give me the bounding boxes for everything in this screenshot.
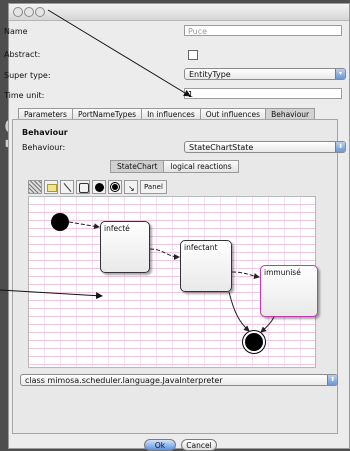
transition-arrow[interactable]: [228, 291, 250, 332]
super-type-value: EntityType: [189, 70, 231, 79]
behaviour-label: Behaviour:: [22, 143, 66, 152]
initial-state-icon[interactable]: [92, 180, 106, 194]
state-infectant[interactable]: infectant: [180, 240, 232, 292]
composite-state-icon[interactable]: [76, 180, 90, 194]
title-bar[interactable]: [9, 4, 349, 21]
transition-arrow[interactable]: [231, 271, 260, 279]
ok-button[interactable]: Ok: [144, 439, 176, 451]
state-immunise[interactable]: immunisé: [260, 265, 318, 317]
chevron-down-icon: ▾: [335, 69, 345, 79]
time-unit-field[interactable]: 1: [184, 88, 342, 99]
final-state-icon[interactable]: [108, 180, 122, 194]
chevron-down-icon: ⬍: [335, 142, 345, 152]
close-window-icon[interactable]: [13, 7, 23, 17]
interpreter-select[interactable]: class mimosa.scheduler.language.JavaInte…: [20, 374, 338, 386]
interpreter-value: class mimosa.scheduler.language.JavaInte…: [25, 376, 223, 385]
state-label: infecté: [104, 224, 130, 233]
abstract-checkbox[interactable]: [188, 50, 198, 60]
final-state-node[interactable]: [243, 331, 265, 353]
abstract-label: Abstract:: [4, 50, 41, 59]
panel-button[interactable]: Panel: [140, 180, 167, 194]
super-type-label: Super type:: [4, 71, 51, 80]
state-label: infectant: [184, 243, 218, 252]
statechart-subtabs: StateChart logical reactions: [110, 160, 239, 173]
transition-arrow[interactable]: [260, 316, 275, 333]
select-pattern-icon[interactable]: [28, 180, 42, 194]
state-label: immunisé: [264, 268, 301, 277]
minimize-window-icon[interactable]: [24, 7, 34, 17]
cancel-button[interactable]: Cancel: [181, 439, 217, 451]
time-unit-label: Time unit:: [4, 91, 45, 100]
behaviour-value: StateChartState: [189, 143, 254, 152]
zoom-window-icon[interactable]: [35, 7, 45, 17]
state-tool-icon[interactable]: [44, 180, 58, 194]
tab-logical-reactions[interactable]: logical reactions: [163, 160, 239, 173]
arrow-tool-icon[interactable]: ↘: [124, 180, 138, 194]
super-type-select[interactable]: EntityType ▾: [184, 68, 346, 80]
statechart-canvas[interactable]: infecté infectant immunisé: [28, 196, 318, 368]
tab-statechart[interactable]: StateChart: [110, 160, 165, 173]
transition-arrow[interactable]: [149, 248, 180, 260]
statechart-toolbar: ↘ Panel: [28, 180, 167, 194]
initial-state-node[interactable]: [51, 213, 69, 231]
name-field[interactable]: Puce: [184, 25, 342, 36]
transition-tool-icon[interactable]: [60, 180, 74, 194]
behaviour-select[interactable]: StateChartState ⬍: [184, 141, 346, 153]
transition-arrow[interactable]: [68, 221, 100, 230]
chevron-down-icon: ⬍: [327, 375, 337, 385]
name-label: Name: [4, 27, 28, 36]
state-infecte[interactable]: infecté: [100, 221, 150, 273]
behaviour-section-title: Behaviour: [22, 128, 68, 137]
